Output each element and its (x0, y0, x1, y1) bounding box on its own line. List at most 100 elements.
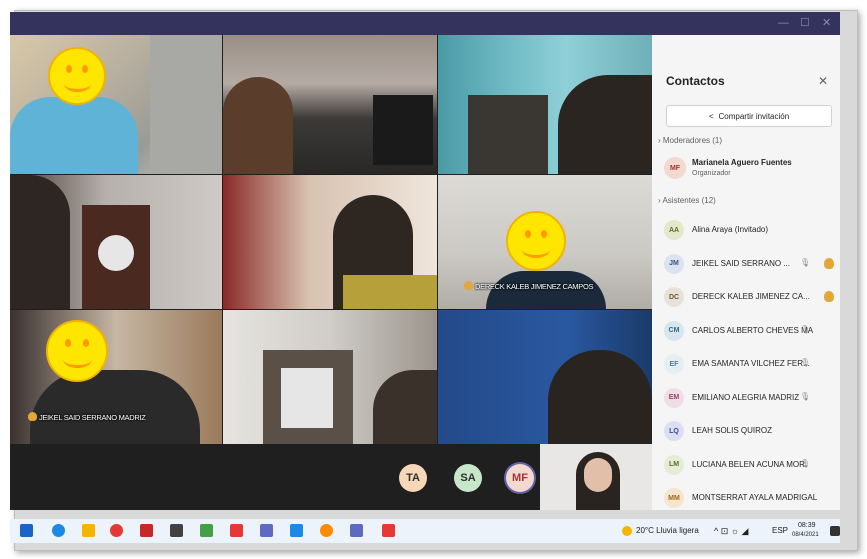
raised-hand-icon (824, 291, 834, 302)
avatar: JM (664, 253, 684, 274)
app-icon[interactable] (200, 524, 213, 537)
participant-avatar[interactable]: SA (454, 464, 482, 492)
chair (373, 95, 433, 165)
attendee-item[interactable]: MM MONTSERRAT AYALA MADRIGAL (664, 486, 836, 512)
fridge (150, 35, 222, 174)
mic-muted-icon: 🎙︎ (800, 391, 811, 401)
mic-muted-icon: 🎙︎ (800, 324, 811, 334)
notifications-icon[interactable] (830, 526, 840, 536)
video-tile-7[interactable]: JEIKEL SAID SERRANO MADRIZ (10, 310, 222, 444)
attendee-name: Alina Araya (Invitado) (692, 225, 769, 234)
window-titlebar: — ☐ ✕ (10, 12, 840, 35)
close-window-button[interactable]: ✕ (822, 17, 831, 29)
maximize-button[interactable]: ☐ (800, 17, 810, 29)
mic-muted-icon: 🎙︎ (800, 358, 811, 367)
attendee-name: DERECK KALEB JIMENEZ CA... (692, 292, 810, 301)
attendee-name: CARLOS ALBERTO CHEVES MA (692, 325, 814, 335)
clock-time[interactable]: 08:39 (798, 522, 816, 529)
mic-muted-icon: 🎙︎ (800, 458, 811, 468)
moderators-header[interactable]: › Moderadores (1) (658, 136, 722, 145)
self-view-video[interactable] (540, 444, 652, 510)
share-icon: < (708, 111, 714, 121)
youtube-icon[interactable] (230, 524, 243, 537)
person-head (558, 75, 652, 174)
participant-name-tag: DERECK KALEB JIMENEZ CAMPOS (464, 281, 593, 291)
start-icon[interactable] (20, 524, 33, 537)
video-tile-3[interactable] (438, 35, 652, 174)
avatar: CM (664, 320, 684, 341)
attendee-name: MONTSERRAT AYALA MADRIGAL (692, 493, 818, 502)
avatar: MM (664, 488, 684, 508)
avatar: EM (664, 387, 684, 408)
clock-date[interactable]: 08/4/2021 (792, 532, 819, 538)
person-head (223, 77, 293, 174)
attendee-item[interactable]: LQ LEAH SOLIS QUIROZ (664, 419, 836, 445)
attendee-item[interactable]: EF EMA SAMANTA VILCHEZ FER... 🎙︎ (664, 352, 836, 378)
app-icon[interactable] (140, 524, 153, 537)
video-grid: DERECK KALEB JIMENEZ CAMPOS JEIKEL SAID … (10, 35, 652, 510)
smiley-face-icon (48, 47, 106, 105)
weather-text[interactable]: 20°C Lluvia ligera (636, 526, 699, 535)
smiley-face-icon (46, 320, 108, 382)
language-indicator[interactable]: ESP (772, 526, 788, 535)
attendee-item[interactable]: AA Alina Araya (Invitado) (664, 218, 836, 244)
teams-icon[interactable] (260, 524, 273, 537)
video-tile-9[interactable] (438, 310, 652, 444)
chair-ornament (281, 368, 333, 428)
store-icon[interactable] (170, 524, 183, 537)
share-invitation-button[interactable]: < Compartir invitación (666, 105, 832, 127)
participant-avatar[interactable]: MF (506, 464, 534, 492)
chrome-icon[interactable] (110, 524, 123, 537)
app-icon[interactable] (382, 524, 395, 537)
tray-icons[interactable]: ^ ⊡ ☼ ◢ (714, 526, 748, 537)
video-tile-1[interactable] (10, 35, 222, 174)
video-tile-2[interactable] (223, 35, 437, 174)
attendee-item[interactable]: JM JEIKEL SAID SERRANO ... 🎙︎ (664, 252, 836, 278)
edge-icon[interactable] (52, 524, 65, 537)
avatar: MF (664, 157, 686, 179)
contacts-panel-content: Contactos ✕ < Compartir invitación › Mod… (652, 35, 840, 510)
smiley-face-icon (506, 211, 566, 271)
participant-name-tag: JEIKEL SAID SERRANO MADRIZ (28, 412, 146, 422)
weather-icon[interactable] (622, 526, 632, 536)
participant-avatar[interactable]: TA (399, 464, 427, 492)
attendee-item[interactable]: CM CARLOS ALBERTO CHEVES MA 🎙︎ (664, 319, 836, 345)
attendee-name: LUCIANA BELEN ACUNA MOR (692, 459, 805, 469)
video-tile-6[interactable]: DERECK KALEB JIMENEZ CAMPOS (438, 175, 652, 309)
close-panel-icon[interactable]: ✕ (818, 74, 828, 88)
child-shirt (10, 97, 138, 174)
video-tile-4[interactable] (10, 175, 222, 309)
avatar: AA (664, 220, 684, 240)
teams-icon[interactable] (350, 524, 363, 537)
raised-hand-icon (28, 412, 37, 421)
person-head (10, 175, 70, 309)
moderator-item[interactable]: MF Marianela Aguero Fuentes Organizador (664, 153, 836, 183)
person-head (548, 350, 652, 444)
panel-title: Contactos (666, 74, 725, 88)
attendee-item[interactable]: LM LUCIANA BELEN ACUNA MOR 🎙︎ (664, 453, 836, 479)
minimize-button[interactable]: — (778, 17, 789, 29)
video-tile-5[interactable] (223, 175, 437, 309)
app-icon[interactable] (290, 524, 303, 537)
moderator-name: Marianela Aguero Fuentes (692, 158, 792, 167)
chair (468, 95, 548, 174)
person-shirt (343, 275, 437, 309)
person-face (584, 458, 612, 492)
avatar: EF (664, 354, 684, 374)
avatar: LM (664, 454, 684, 475)
app-icon[interactable] (320, 524, 333, 537)
chair-ornament (98, 235, 134, 271)
raised-hand-icon (824, 257, 834, 269)
mic-muted-icon: 🎙︎ (800, 257, 811, 267)
attendees-header[interactable]: › Asistentes (12) (658, 196, 716, 205)
attendee-name: EMILIANO ALEGRIA MADRIZ (692, 392, 800, 402)
attendee-name: JEIKEL SAID SERRANO ... (692, 258, 790, 268)
attendee-name: LEAH SOLIS QUIROZ (692, 426, 773, 435)
file-explorer-icon[interactable] (82, 524, 95, 537)
video-tile-8[interactable] (223, 310, 437, 444)
call-participant-bar: TA SA MF (10, 444, 540, 510)
attendee-item[interactable]: EM EMILIANO ALEGRIA MADRIZ 🎙︎ (664, 386, 836, 412)
attendee-name: EMA SAMANTA VILCHEZ FER... (692, 359, 810, 368)
windows-taskbar: 20°C Lluvia ligera ^ ⊡ ☼ ◢ ESP 08:39 08/… (10, 519, 840, 543)
attendee-item[interactable]: DC DERECK KALEB JIMENEZ CA... (664, 285, 836, 311)
